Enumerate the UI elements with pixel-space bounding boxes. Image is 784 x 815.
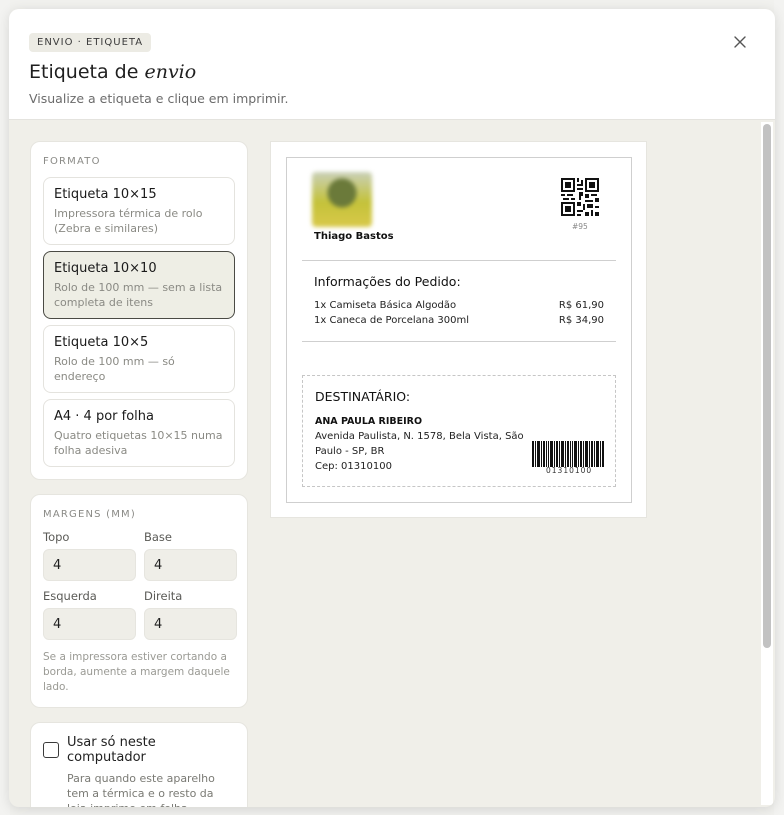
margins-grid: Topo Base Esquerda Direita <box>43 530 237 640</box>
margins-card: MARGENS (MM) Topo Base Esquerda <box>30 494 248 708</box>
recipient-address-line1: Avenida Paulista, N. 1578, Bela Vista, S… <box>315 431 524 442</box>
margin-bottom-label: Base <box>144 530 173 544</box>
format-option-desc: Rolo de 100 mm — sem a lista completa de… <box>54 281 223 309</box>
modal-title-emphasis: envio <box>144 61 197 83</box>
sender-avatar <box>312 172 372 227</box>
background-app-right <box>774 0 784 815</box>
margins-hint: Se a impressora estiver cortando a borda… <box>43 651 230 693</box>
format-option-desc: Impressora térmica de rolo (Zebra e simi… <box>54 207 203 235</box>
shipping-label-modal: ENVIO · ETIQUETA Etiqueta de envio Visua… <box>9 9 775 807</box>
format-option-title: Etiqueta 10×5 <box>54 335 149 350</box>
local-only-desc: Para quando este aparelho tem a térmica … <box>67 772 215 807</box>
margin-left-group: Esquerda <box>43 589 136 640</box>
local-only-row[interactable]: Usar só neste computador <box>43 735 235 765</box>
format-option-10x5[interactable]: Etiqueta 10×5 Rolo de 100 mm — só endere… <box>43 325 235 393</box>
barcode-number: 01310100 <box>546 466 593 475</box>
local-only-checkbox[interactable] <box>43 742 59 758</box>
format-option-a4[interactable]: A4 · 4 por folha Quatro etiquetas 10×15 … <box>43 399 235 467</box>
margin-bottom-group: Base <box>144 530 237 581</box>
recipient-box: DESTINATÁRIO: ANA PAULA RIBEIRO Avenida … <box>302 375 616 487</box>
format-card: FORMATO Etiqueta 10×15 Impressora térmic… <box>30 141 248 480</box>
margin-top-group: Topo <box>43 530 136 581</box>
margin-bottom-input[interactable] <box>144 549 237 581</box>
sender-name: Thiago Bastos <box>314 231 394 242</box>
modal-header: ENVIO · ETIQUETA Etiqueta de envio Visua… <box>9 9 775 120</box>
recipient-title: DESTINATÁRIO: <box>315 389 411 404</box>
order-item-desc: 1x Camiseta Básica Algodão <box>314 300 457 311</box>
format-option-desc: Rolo de 100 mm — só endereço <box>54 355 175 383</box>
format-option-title: Etiqueta 10×15 <box>54 187 157 202</box>
label-preview-sheet: Thiago Bastos #95 Informações do Pedido:… <box>270 141 647 518</box>
settings-column: FORMATO Etiqueta 10×15 Impressora térmic… <box>30 141 248 807</box>
order-item-price: R$ 34,90 <box>558 315 604 326</box>
format-option-title: A4 · 4 por folha <box>54 409 154 424</box>
order-info-title: Informações do Pedido: <box>314 274 461 289</box>
close-button[interactable] <box>731 33 749 51</box>
shipping-label: Thiago Bastos #95 Informações do Pedido:… <box>286 157 632 503</box>
margin-left-label: Esquerda <box>43 589 97 603</box>
label-divider <box>302 341 616 342</box>
local-only-card: Usar só neste computador Para quando est… <box>30 722 248 807</box>
recipient-name: ANA PAULA RIBEIRO <box>315 416 423 427</box>
margins-section-label: MARGENS (MM) <box>43 509 136 520</box>
close-icon <box>734 36 746 48</box>
format-option-10x15[interactable]: Etiqueta 10×15 Impressora térmica de rol… <box>43 177 235 245</box>
margin-left-input[interactable] <box>43 608 136 640</box>
qr-code-icon <box>561 178 599 216</box>
order-id: #95 <box>572 222 588 231</box>
recipient-cep: Cep: 01310100 <box>315 461 392 472</box>
margin-top-input[interactable] <box>43 549 136 581</box>
modal-title-main: Etiqueta de <box>29 61 139 83</box>
format-option-title: Etiqueta 10×10 <box>54 261 157 276</box>
format-option-10x10[interactable]: Etiqueta 10×10 Rolo de 100 mm — sem a li… <box>43 251 235 319</box>
barcode-icon <box>532 441 604 467</box>
margin-top-label: Topo <box>43 530 70 544</box>
order-item-desc: 1x Caneca de Porcelana 300ml <box>314 315 470 326</box>
margin-right-input[interactable] <box>144 608 237 640</box>
section-badge: ENVIO · ETIQUETA <box>29 33 152 52</box>
margin-right-group: Direita <box>144 589 237 640</box>
modal-title: Etiqueta de envio <box>29 61 755 83</box>
order-item-price: R$ 61,90 <box>558 300 604 311</box>
order-item-row: 1x Camiseta Básica Algodão R$ 61,90 <box>314 300 604 311</box>
order-item-row: 1x Caneca de Porcelana 300ml R$ 34,90 <box>314 315 604 326</box>
format-section-label: FORMATO <box>43 156 101 167</box>
margin-right-label: Direita <box>144 589 183 603</box>
recipient-address-line2: Paulo - SP, BR <box>315 446 385 457</box>
modal-subtitle: Visualize a etiqueta e clique em imprimi… <box>29 91 289 106</box>
label-divider <box>302 260 616 261</box>
format-option-desc: Quatro etiquetas 10×15 numa folha adesiv… <box>54 429 223 457</box>
modal-body: FORMATO Etiqueta 10×15 Impressora térmic… <box>9 120 775 807</box>
scrollbar-thumb[interactable] <box>763 124 771 648</box>
local-only-label: Usar só neste computador <box>67 735 156 765</box>
